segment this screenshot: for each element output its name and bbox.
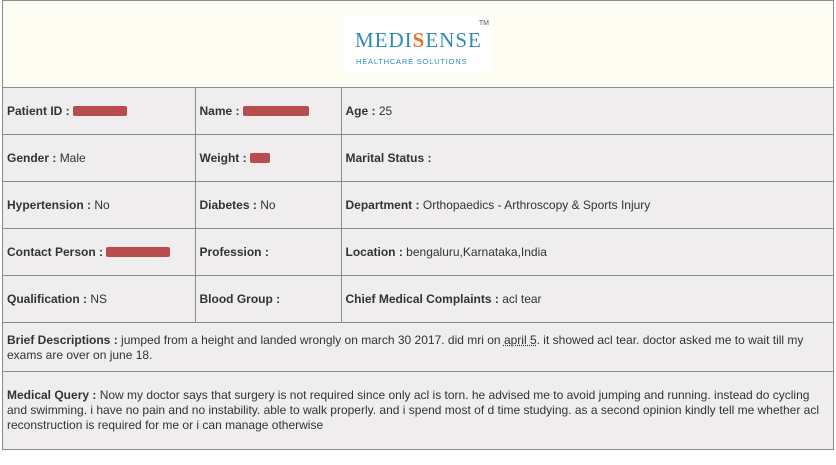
medisense-logo: MEDISENSE TM HEALTHCARE SOLUTIONS — [343, 16, 493, 72]
blood-group-cell: Blood Group : — [194, 275, 342, 323]
table-row: Gender : Male Weight : Marital Status : — [3, 134, 833, 182]
table-row: Qualification : NS Blood Group : Chief M… — [3, 275, 833, 323]
patient-record: MEDISENSE TM HEALTHCARE SOLUTIONS Patien… — [2, 0, 834, 450]
logo-tagline: HEALTHCARE SOLUTIONS — [356, 57, 468, 66]
patient-info-table: Patient ID : Name : Age : 25 Gender : Ma… — [3, 88, 833, 323]
table-row: Contact Person : Profession : Location :… — [3, 228, 833, 276]
medical-query-text: Now my doctor says that surgery is not r… — [7, 388, 819, 432]
chief-complaints-cell: Chief Medical Complaints : acl tear — [340, 275, 833, 323]
diabetes-cell: Diabetes : No — [194, 181, 342, 229]
medical-query-label: Medical Query : — [7, 388, 97, 402]
logo-trademark: TM — [478, 20, 489, 27]
qualification-cell: Qualification : NS — [3, 275, 196, 323]
redacted-contact-person — [106, 247, 171, 257]
table-row: Hypertension : No Diabetes : No Departme… — [3, 181, 833, 229]
contact-person-cell: Contact Person : — [3, 228, 196, 276]
brief-description-text-a: jumped from a height and landed wrongly … — [121, 333, 504, 347]
brief-description-label: Brief Descriptions : — [7, 333, 118, 347]
redacted-name — [242, 106, 309, 116]
logo-wordmark: MEDISENSE — [355, 28, 482, 52]
hypertension-cell: Hypertension : No — [3, 181, 196, 229]
profession-cell: Profession : — [194, 228, 342, 276]
header-logo-bar: MEDISENSE TM HEALTHCARE SOLUTIONS — [3, 1, 833, 88]
name-cell: Name : — [194, 88, 342, 135]
age-cell: Age : 25 — [340, 88, 833, 135]
location-cell: Location : bengaluru,Karnataka,India — [340, 228, 833, 276]
medical-query-section: Medical Query : Now my doctor says that … — [3, 371, 833, 449]
weight-cell: Weight : — [194, 134, 342, 182]
department-cell: Department : Orthopaedics - Arthroscopy … — [340, 181, 833, 229]
redacted-weight — [249, 153, 270, 163]
marital-status-cell: Marital Status : — [340, 134, 833, 182]
table-row: Patient ID : Name : Age : 25 — [3, 88, 833, 135]
brief-description-section: Brief Descriptions : jumped from a heigh… — [3, 323, 833, 371]
brief-description-date: april 5 — [503, 333, 537, 347]
redacted-patient-id — [73, 106, 128, 116]
patient-id-cell: Patient ID : — [3, 88, 196, 135]
gender-cell: Gender : Male — [3, 134, 196, 182]
